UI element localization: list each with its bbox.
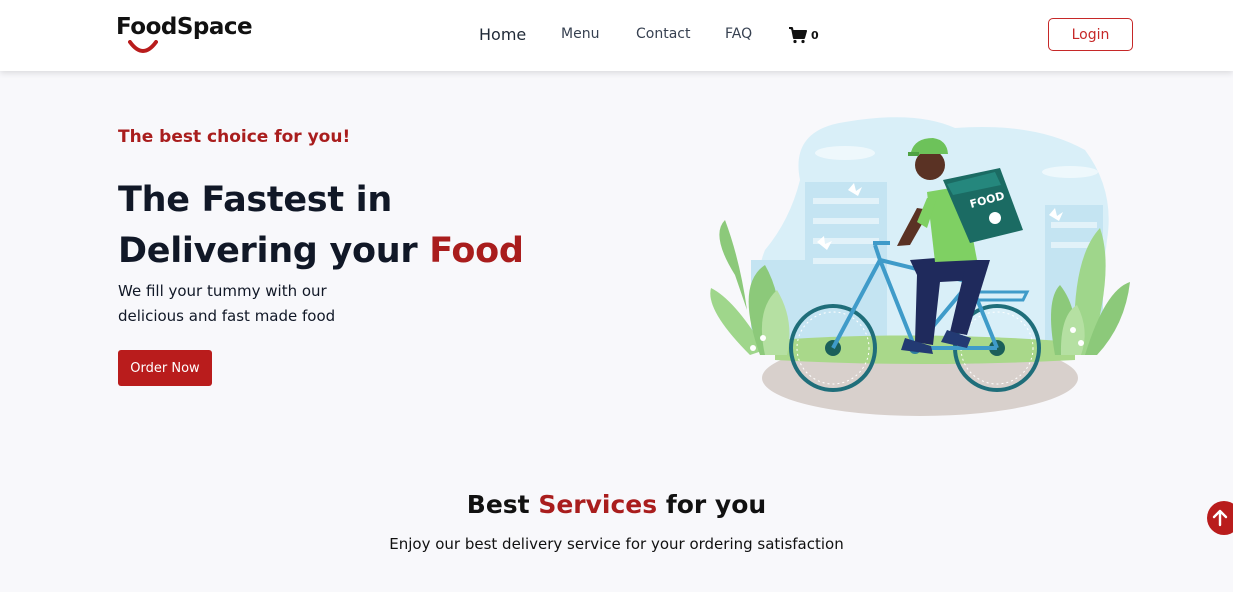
services-title: Best Services for you	[0, 490, 1233, 519]
headline-line2: Delivering your	[118, 231, 430, 271]
scroll-to-top-button[interactable]	[1207, 501, 1233, 535]
nav-menu-link[interactable]: Menu	[561, 26, 599, 42]
hero-tagline: The best choice for you!	[118, 127, 351, 147]
cart-button[interactable]: 0	[789, 26, 819, 44]
headline-line1: The Fastest in	[118, 180, 392, 220]
delivery-cyclist-illustration: FOOD	[710, 117, 1130, 416]
logo-smile-icon	[128, 40, 158, 53]
services-title-prefix: Best	[466, 490, 539, 519]
order-now-button[interactable]: Order Now	[118, 350, 212, 386]
navbar: FoodSpace Home Menu Contact FAQ 0 Login	[0, 0, 1233, 71]
cart-count: 0	[811, 28, 819, 42]
hero-headline: The Fastest in Delivering your Food	[118, 175, 524, 277]
nav-faq-link[interactable]: FAQ	[725, 26, 752, 42]
logo-text: FoodSpace	[116, 14, 253, 40]
logo[interactable]: FoodSpace	[116, 14, 256, 58]
login-button[interactable]: Login	[1048, 18, 1133, 51]
services-title-accent: Services	[538, 490, 658, 519]
cart-icon	[789, 26, 807, 43]
services-subtitle: Enjoy our best delivery service for your…	[389, 535, 844, 553]
nav-contact-link[interactable]: Contact	[636, 26, 690, 42]
nav-home-link[interactable]: Home	[479, 25, 526, 44]
hero-subtext: We fill your tummy with our delicious an…	[118, 282, 336, 325]
headline-accent: Food	[429, 231, 524, 271]
services-title-suffix: for you	[657, 490, 767, 519]
arrow-up-icon	[1212, 509, 1228, 527]
